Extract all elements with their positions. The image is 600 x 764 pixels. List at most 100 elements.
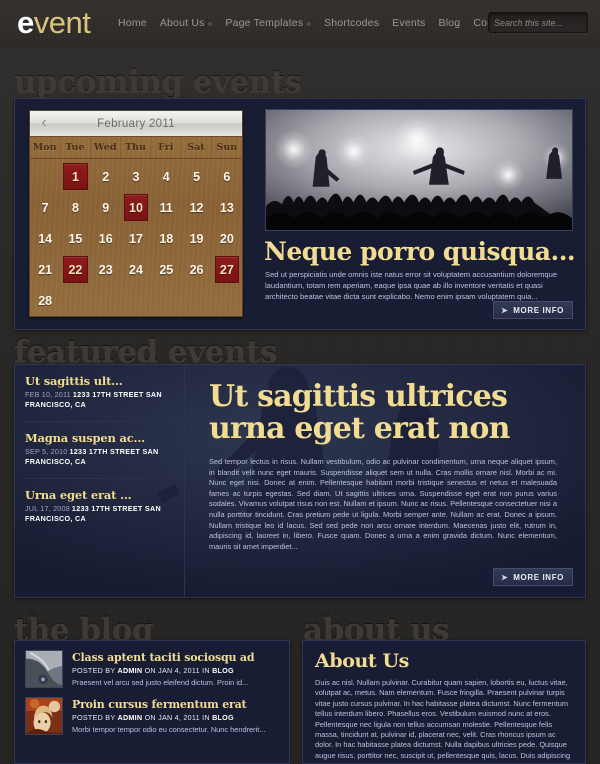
calendar-day-number: 6: [223, 169, 231, 184]
featured-events-panel: Ut sagittis ult... FEB 10, 2011 1233 17T…: [14, 364, 586, 598]
arrow-right-icon: ➤: [500, 572, 509, 582]
calendar-day-number: 16: [98, 231, 113, 246]
search-box[interactable]: [488, 12, 600, 33]
calendar-event-day[interactable]: 22: [60, 254, 90, 285]
blog-meta-on: ON: [144, 713, 156, 722]
calendar-day-number: 23: [98, 262, 113, 277]
blog-meta-prefix: POSTED BY: [72, 713, 116, 722]
nav-label: Blog: [438, 17, 461, 29]
nav-item-about-us[interactable]: About Us »: [160, 17, 213, 29]
nav-label: Shortcodes: [324, 17, 380, 29]
calendar-day: 20: [212, 223, 242, 254]
calendar-day: 7: [30, 192, 60, 223]
blog-post-category[interactable]: BLOG: [212, 666, 234, 675]
calendar-day: 16: [91, 223, 121, 254]
blog-post-text: Proin cursus fermentum erat POSTED BY AD…: [72, 697, 279, 735]
blog-post-title[interactable]: Class aptent taciti sociosqu ad: [72, 651, 279, 664]
nav-item-events[interactable]: Events: [392, 17, 425, 29]
calendar-day-number: 4: [162, 169, 170, 184]
more-info-label: MORE INFO: [513, 572, 564, 582]
featured-event-title: Urna eget erat ...: [25, 488, 132, 502]
featured-detail-body: Sed tempor lectus in risus. Nullam vesti…: [209, 457, 557, 551]
nav-item-home[interactable]: Home: [118, 17, 147, 29]
site-header: event Home About Us » Page Templates » S…: [0, 0, 600, 48]
upcoming-event-description: Sed ut perspiciatis unde omnis iste natu…: [265, 270, 558, 301]
featured-events-list: Ut sagittis ult... FEB 10, 2011 1233 17T…: [15, 365, 185, 597]
blog-meta-in: IN: [202, 666, 210, 675]
calendar-day-number: 2: [102, 169, 110, 184]
calendar-day-number: 3: [132, 169, 140, 184]
featured-event-title: Magna suspen ac...: [25, 431, 145, 445]
calendar-dayname: Thu: [121, 137, 152, 158]
upcoming-more-info-button[interactable]: ➤ MORE INFO: [492, 301, 573, 319]
calendar-empty-cell: [30, 161, 60, 192]
calendar-prev-month-icon[interactable]: ‹: [36, 114, 52, 132]
event-calendar[interactable]: ‹ February 2011 Mon Tue Wed Thu Fri Sat …: [29, 110, 243, 317]
calendar-event-day[interactable]: 10: [121, 192, 151, 223]
nav-item-page-templates[interactable]: Page Templates »: [225, 17, 311, 29]
upcoming-event-title[interactable]: Neque porro quisqua...: [264, 237, 584, 266]
calendar-day-number: 25: [159, 262, 174, 277]
blog-post-item[interactable]: Proin cursus fermentum erat POSTED BY AD…: [15, 688, 289, 735]
calendar-day: 3: [121, 161, 151, 192]
featured-event-item[interactable]: Magna suspen ac... SEP 5, 2010 1233 17TH…: [25, 431, 184, 479]
calendar-dayname: Mon: [30, 137, 61, 158]
calendar-day: 19: [181, 223, 211, 254]
calendar-day: 5: [181, 161, 211, 192]
featured-detail-title[interactable]: Ut sagittis ultrices urna eget erat non: [209, 381, 569, 445]
blog-post-author[interactable]: ADMIN: [118, 713, 143, 722]
calendar-day-number: 18: [159, 231, 174, 246]
calendar-day: 25: [151, 254, 181, 285]
nav-caret-icon: »: [207, 19, 213, 28]
search-input[interactable]: [494, 17, 600, 28]
nav-label: Events: [392, 17, 426, 29]
calendar-dayname: Sat: [181, 137, 212, 158]
calendar-day-grid: 1 2 3 4 5 6 7 8 9 10 11 12 13 14 15 16 17 18 19 20 21 22 23 24 2…: [30, 159, 242, 316]
blog-post-category[interactable]: BLOG: [212, 713, 234, 722]
calendar-day: 23: [91, 254, 121, 285]
nav-item-shortcodes[interactable]: Shortcodes: [324, 17, 379, 29]
featured-more-info-button[interactable]: ➤ MORE INFO: [492, 568, 573, 586]
blog-post-date: JAN 4, 2011: [158, 713, 200, 722]
calendar-day: 18: [151, 223, 181, 254]
calendar-event-day[interactable]: 1: [60, 161, 90, 192]
blog-panel: Class aptent taciti sociosqu ad POSTED B…: [14, 640, 290, 764]
about-us-body: Duis ac nisl. Nullam pulvinar. Curabitur…: [315, 678, 571, 763]
nav-label: Home: [118, 17, 147, 29]
blog-post-item[interactable]: Class aptent taciti sociosqu ad POSTED B…: [15, 641, 289, 688]
calendar-dayname: Tue: [60, 137, 91, 158]
blog-post-excerpt: Praesent vel arcu sed justo eleifend dic…: [72, 678, 249, 687]
calendar-day-number: 9: [102, 200, 110, 215]
nav-caret-icon: »: [306, 19, 312, 28]
calendar-day-number: 15: [68, 231, 83, 246]
calendar-day: 2: [91, 161, 121, 192]
calendar-day: 12: [181, 192, 211, 223]
site-logo[interactable]: event: [17, 5, 91, 41]
calendar-day-number: 28: [38, 293, 53, 308]
calendar-day-number: 1: [71, 169, 79, 184]
blog-post-text: Class aptent taciti sociosqu ad POSTED B…: [72, 650, 279, 688]
more-info-label: MORE INFO: [513, 305, 564, 315]
calendar-day: 28: [30, 285, 60, 316]
featured-event-item[interactable]: Ut sagittis ult... FEB 10, 2011 1233 17T…: [25, 374, 184, 422]
blog-meta-in: IN: [202, 713, 210, 722]
blog-post-title[interactable]: Proin cursus fermentum erat: [72, 698, 279, 711]
blog-post-author[interactable]: ADMIN: [118, 666, 143, 675]
calendar-day-names: Mon Tue Wed Thu Fri Sat Sun: [30, 137, 242, 159]
featured-event-meta: FEB 10, 2011 1233 17TH STREET SAN FRANCI…: [25, 390, 176, 409]
calendar-day-number: 12: [189, 200, 204, 215]
featured-event-detail: Ut sagittis ultrices urna eget erat non …: [185, 365, 585, 597]
featured-event-date: JUL 17, 2008: [25, 504, 70, 513]
blog-post-date: JAN 4, 2011: [158, 666, 200, 675]
calendar-day-number: 5: [193, 169, 201, 184]
calendar-day-number: 10: [129, 200, 143, 215]
architecture-thumb-image: [25, 650, 63, 688]
calendar-day: 8: [60, 192, 90, 223]
featured-event-item[interactable]: Urna eget erat ... JUL 17, 2008 1233 17T…: [25, 488, 184, 536]
calendar-day-number: 26: [189, 262, 204, 277]
about-us-title: About Us: [315, 650, 409, 672]
calendar-event-day[interactable]: 27: [212, 254, 242, 285]
calendar-dayname: Wed: [91, 137, 121, 158]
nav-item-blog[interactable]: Blog: [439, 17, 461, 29]
featured-event-meta: SEP 5, 2010 1233 17TH STREET SAN FRANCIS…: [25, 447, 176, 466]
